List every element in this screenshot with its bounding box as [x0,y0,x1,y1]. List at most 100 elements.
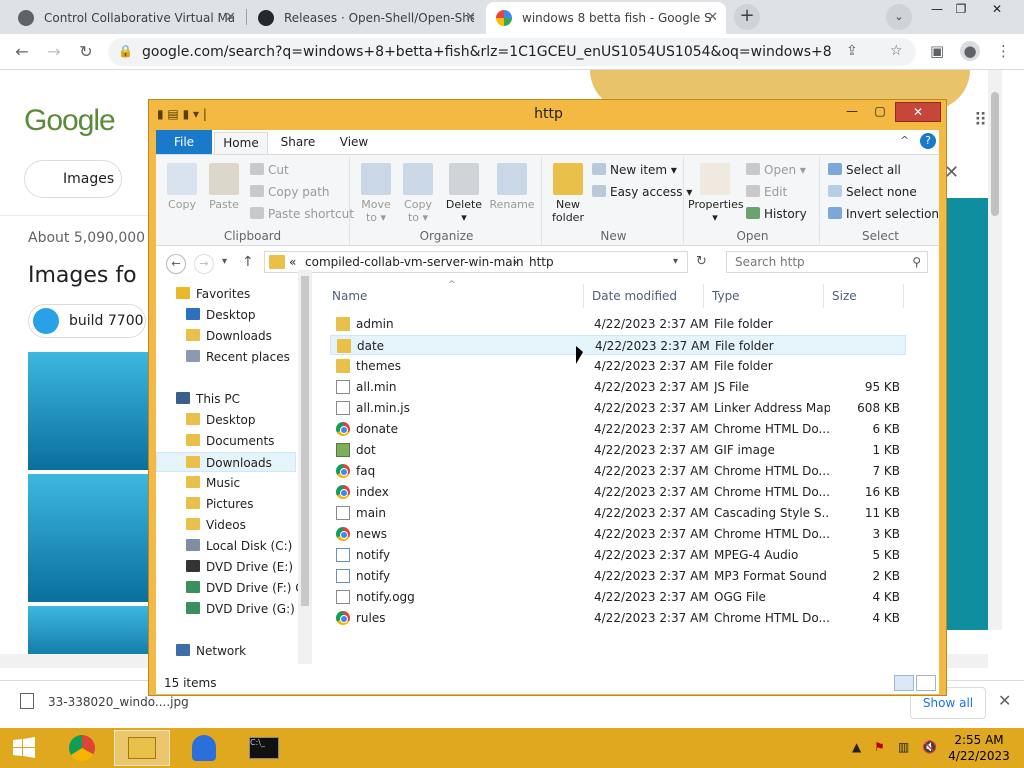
nav-favorites[interactable]: Favorites [176,284,250,304]
image-result-thumbnail[interactable] [28,474,150,602]
nav-this-pc[interactable]: This PC [176,389,240,409]
action-center-flag-icon[interactable]: ⚑ [874,740,885,754]
file-row[interactable]: admin 4/22/2023 2:37 AM File folder [330,314,906,334]
nav-network[interactable]: Network [176,641,246,661]
column-header-type[interactable]: Type [706,284,824,308]
delete-button[interactable]: Delete ▾ [444,161,484,224]
address-overflow[interactable]: « [289,252,296,272]
taskbar-chrome[interactable] [54,730,110,766]
collapse-ribbon-icon[interactable]: ^ [900,134,909,147]
address-bar[interactable]: 🔒 google.com/search?q=windows+8+betta+fi… [108,38,916,66]
file-row[interactable]: index 4/22/2023 2:37 AM Chrome HTML Do... 1… [330,482,906,502]
reload-button[interactable]: ↻ [76,42,96,62]
show-hidden-icons-icon[interactable]: ▲ [852,740,861,754]
nav-fav-recent[interactable]: Recent places [186,347,290,367]
up-arrow-icon[interactable]: ↑ [242,254,254,270]
copy-to-button[interactable]: Copy to ▾ [398,161,438,224]
back-button[interactable]: ← [12,42,32,62]
new-folder-button[interactable]: New folder [548,161,588,224]
image-result-thumbnail[interactable] [28,352,150,470]
paste-button[interactable]: Paste [204,161,244,211]
search-input[interactable]: Search http ⚲ [726,251,928,273]
search-icon[interactable]: ⚲ [912,252,921,272]
file-row[interactable]: all.min.js 4/22/2023 2:37 AM Linker Addres… [330,398,906,418]
file-row[interactable]: themes 4/22/2023 2:37 AM File folder [330,356,906,376]
move-to-button[interactable]: Move to ▾ [356,161,396,224]
column-header-date[interactable]: Date modified [586,284,704,308]
nav-dvd-g[interactable]: DVD Drive (G:) J_( [186,599,298,619]
tab-close-icon[interactable]: ✕ [707,10,718,25]
google-logo[interactable]: Google [24,104,116,138]
tab-view[interactable]: View [328,132,380,154]
close-icon[interactable]: ✕ [998,691,1011,710]
taskbar-file-explorer[interactable] [114,730,170,766]
file-row[interactable]: main 4/22/2023 2:37 AM Cascading Style S..… [330,503,906,523]
file-row[interactable]: rules 4/22/2023 2:37 AM Chrome HTML Do... 4… [330,608,906,628]
forward-button[interactable]: → [44,42,64,62]
nav-local-disk-c[interactable]: Local Disk (C:) [186,536,292,556]
copy-button[interactable]: Copy [162,161,202,211]
system-clock[interactable]: 2:55 AM 4/22/2023 [944,732,1014,764]
file-row[interactable]: notify 4/22/2023 2:37 AM MP3 Format Sound 2… [330,566,906,586]
side-panel-icon[interactable]: ▣ [930,42,944,60]
start-button[interactable] [0,730,48,766]
file-row[interactable]: news 4/22/2023 2:37 AM Chrome HTML Do... 3 … [330,524,906,544]
nav-pc-videos[interactable]: Videos [186,515,246,535]
tab-file[interactable]: File [156,130,212,154]
file-row[interactable]: dot 4/22/2023 2:37 AM GIF image 1 KB [330,440,906,460]
images-filter-chip[interactable]: Images [24,160,122,198]
apps-grid-icon[interactable]: ⠿ [974,110,987,131]
forward-arrow-icon[interactable]: → [194,254,214,274]
download-item[interactable]: 33-338020_windo....jpg [48,695,189,709]
file-row[interactable]: date 4/22/2023 2:37 AM File folder [330,335,906,355]
breadcrumb-compiled-collab[interactable]: compiled-collab-vm-server-win-main [305,252,524,272]
volume-muted-icon[interactable]: 🔇 [922,740,937,754]
file-row[interactable]: all.min 4/22/2023 2:37 AM JS File 95 KB [330,377,906,397]
nav-dvd-f[interactable]: DVD Drive (F:) CC [186,578,298,598]
share-icon[interactable]: ⇪ [846,43,858,59]
browser-tab-collabvm[interactable]: Control Collaborative Virtual Ma ✕ [8,2,244,34]
copy-path-button[interactable]: Copy path [250,185,330,199]
nav-pc-music[interactable]: Music [186,473,240,493]
nav-pc-documents[interactable]: Documents [186,431,274,451]
nav-scrollbar-thumb[interactable] [301,276,309,606]
details-view-icon[interactable] [894,675,914,691]
file-row[interactable]: notify.ogg 4/22/2023 2:37 AM OGG File 4 KB [330,587,906,607]
file-row[interactable]: donate 4/22/2023 2:37 AM Chrome HTML Do...… [330,419,906,439]
invert-selection-button[interactable]: Invert selection [828,207,939,221]
nav-pc-desktop[interactable]: Desktop [186,410,256,430]
tab-close-icon[interactable]: ✕ [465,10,476,25]
select-all-button[interactable]: Select all [828,163,901,177]
nav-dvd-e[interactable]: DVD Drive (E:) Hi [186,557,298,577]
recent-locations-chevron-icon[interactable]: ▾ [222,256,227,267]
paste-shortcut-button[interactable]: Paste shortcut [250,207,354,221]
tab-home[interactable]: Home [214,132,268,154]
nav-fav-downloads[interactable]: Downloads [186,326,272,346]
address-dropdown-icon[interactable]: ▾ [673,252,678,272]
profile-avatar-icon[interactable]: ● [960,41,980,61]
new-item-button[interactable]: New item ▾ [592,163,677,177]
file-row[interactable]: notify 4/22/2023 2:37 AM MPEG-4 Audio 5 KB [330,545,906,565]
edit-button[interactable]: Edit [746,185,787,199]
nav-pc-pictures[interactable]: Pictures [186,494,254,514]
select-none-button[interactable]: Select none [828,185,917,199]
nav-pc-downloads[interactable]: Downloads [156,452,296,472]
close-button[interactable]: ✕ [895,102,941,122]
history-button[interactable]: History [746,207,807,221]
minimize-button[interactable]: — [839,102,865,122]
taskbar-command-prompt[interactable]: C:\_ [236,730,292,766]
back-arrow-icon[interactable]: ← [166,254,186,274]
window-maximize-button[interactable]: ❐ [950,2,972,18]
easy-access-button[interactable]: Easy access ▾ [592,185,692,199]
column-header-size[interactable]: Size [826,284,904,308]
url-text[interactable]: google.com/search?q=windows+8+betta+fish… [142,44,832,60]
rename-button[interactable]: Rename [488,161,536,211]
open-button[interactable]: Open ▾ [746,163,806,177]
browser-tab-releases[interactable]: Releases · Open-Shell/Open-She ✕ [248,2,484,34]
new-tab-button[interactable]: + [734,4,760,30]
help-icon[interactable]: ? [920,133,936,149]
file-row[interactable]: faq 4/22/2023 2:37 AM Chrome HTML Do... 7 K… [330,461,906,481]
taskbar-people-app[interactable] [176,730,232,766]
window-minimize-button[interactable]: — [926,2,948,18]
breadcrumb-separator[interactable]: › [513,252,518,272]
